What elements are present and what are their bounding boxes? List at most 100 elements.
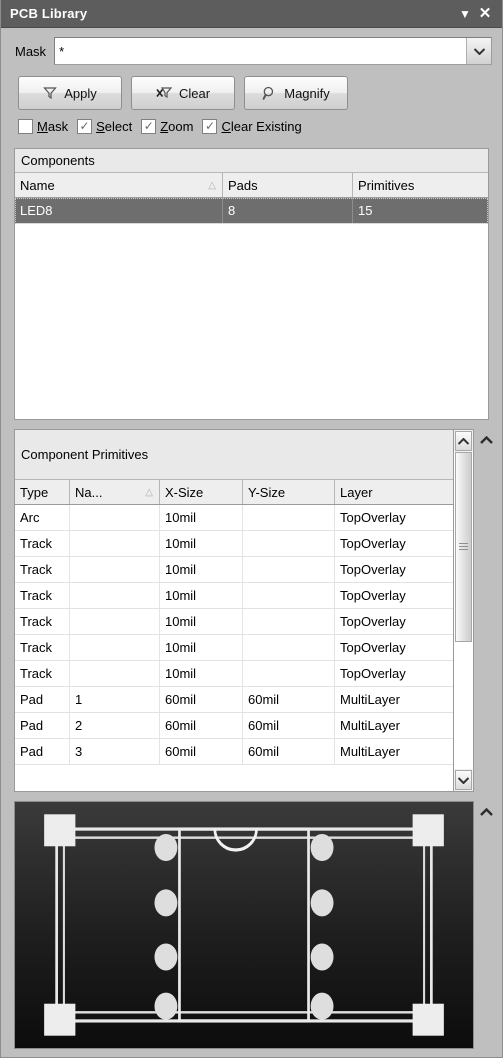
column-header-pads[interactable]: Pads bbox=[223, 173, 353, 197]
cell-type: Pad bbox=[15, 687, 70, 712]
component-footprint-preview[interactable] bbox=[14, 801, 474, 1049]
checkbox-select-accel: S bbox=[96, 119, 105, 134]
cell-x-size: 10mil bbox=[160, 609, 243, 634]
component-primitives-caption: Component Primitives bbox=[15, 430, 453, 480]
apply-button[interactable]: Apply bbox=[18, 76, 122, 110]
column-header-type[interactable]: Type bbox=[15, 480, 70, 504]
cell-layer: MultiLayer bbox=[340, 692, 400, 707]
checkbox-mask-box[interactable] bbox=[18, 119, 33, 134]
component-primitives-region: Component Primitives Type Na... △ X-Size… bbox=[1, 429, 498, 792]
components-grid[interactable]: Components Name △ Pads Primitives LED8 8… bbox=[14, 148, 489, 420]
cell-prim-name bbox=[70, 505, 160, 530]
cell-layer: TopOverlay bbox=[340, 536, 406, 551]
clear-button[interactable]: Clear bbox=[131, 76, 235, 110]
checkbox-zoom-accel: Z bbox=[160, 119, 169, 134]
check-icon: ✓ bbox=[204, 119, 215, 133]
checkbox-zoom-box[interactable]: ✓ bbox=[141, 119, 157, 134]
component-primitives-grid[interactable]: Component Primitives Type Na... △ X-Size… bbox=[14, 429, 454, 792]
checkbox-select-label: elect bbox=[104, 119, 133, 134]
table-row[interactable]: Arc 10mil TopOverlay bbox=[15, 505, 453, 531]
preview-collapse-column bbox=[474, 801, 498, 1049]
table-row[interactable]: Track 10mil TopOverlay bbox=[15, 609, 453, 635]
cell-name: LED8 bbox=[15, 198, 223, 223]
column-header-prim-name[interactable]: Na... △ bbox=[70, 480, 160, 504]
cell-layer: TopOverlay bbox=[340, 640, 406, 655]
panel-menu-caret-icon[interactable]: ▼ bbox=[455, 4, 475, 24]
column-header-primitives[interactable]: Primitives bbox=[353, 173, 488, 197]
cell-x-size: 60mil bbox=[160, 713, 243, 738]
cell-type: Pad bbox=[15, 713, 70, 738]
sort-ascending-icon: △ bbox=[145, 486, 153, 498]
chevron-down-icon[interactable] bbox=[466, 38, 491, 64]
mask-label: Mask bbox=[15, 43, 47, 59]
cell-y-size bbox=[243, 505, 335, 530]
scroll-thumb[interactable] bbox=[455, 452, 472, 643]
close-icon[interactable]: ✕ bbox=[475, 4, 495, 24]
cell-type: Pad bbox=[15, 739, 70, 764]
table-row[interactable]: LED8 8 15 bbox=[15, 198, 488, 224]
chevron-up-icon[interactable] bbox=[479, 433, 493, 792]
cell-y-size: 60mil bbox=[243, 739, 335, 764]
cell-x-size: 10mil bbox=[160, 531, 243, 556]
table-row[interactable]: Track 10mil TopOverlay bbox=[15, 661, 453, 687]
checkbox-clear-existing-box[interactable]: ✓ bbox=[202, 119, 218, 134]
table-row[interactable]: Pad 3 60mil 60mil MultiLayer bbox=[15, 739, 453, 765]
cell-prim-name bbox=[70, 531, 160, 556]
scroll-track[interactable] bbox=[454, 452, 473, 769]
magnify-button[interactable]: Magnify bbox=[244, 76, 348, 110]
cell-type: Track bbox=[15, 557, 70, 582]
primitives-scrollbar[interactable] bbox=[454, 429, 474, 792]
checkbox-select[interactable]: ✓ Select bbox=[77, 119, 132, 134]
checkbox-select-box[interactable]: ✓ bbox=[77, 119, 93, 134]
preview-region bbox=[1, 792, 502, 1057]
table-row[interactable]: Pad 1 60mil 60mil MultiLayer bbox=[15, 687, 453, 713]
cell-x-size: 10mil bbox=[160, 635, 243, 660]
cell-primitives: 15 bbox=[358, 203, 373, 218]
cell-type: Track bbox=[15, 531, 70, 556]
cell-pads: 8 bbox=[223, 198, 353, 223]
primitives-collapse-column bbox=[474, 429, 498, 792]
panel-title: PCB Library bbox=[10, 6, 88, 21]
apply-button-label: Apply bbox=[64, 85, 97, 101]
scroll-down-button[interactable] bbox=[455, 770, 472, 790]
clear-button-label: Clear bbox=[178, 85, 211, 101]
cell-y-size bbox=[243, 557, 335, 582]
mask-field-wrapper[interactable] bbox=[54, 37, 492, 65]
mask-input[interactable] bbox=[55, 38, 466, 64]
checkbox-mask[interactable]: Mask bbox=[18, 119, 68, 134]
cell-prim-name bbox=[70, 557, 160, 582]
cell-type: Track bbox=[15, 583, 70, 608]
cell-x-size: 60mil bbox=[160, 739, 243, 764]
panel-titlebar: PCB Library ▼ ✕ bbox=[1, 0, 502, 28]
column-header-name[interactable]: Name △ bbox=[15, 173, 223, 197]
check-icon: ✓ bbox=[79, 119, 90, 133]
table-row[interactable]: Pad 2 60mil 60mil MultiLayer bbox=[15, 713, 453, 739]
checkbox-clear-existing[interactable]: ✓ Clear Existing bbox=[202, 119, 302, 134]
cell-y-size bbox=[243, 583, 335, 608]
cell-y-size bbox=[243, 531, 335, 556]
magnify-button-label: Magnify bbox=[284, 85, 330, 101]
cell-layer: TopOverlay bbox=[340, 614, 406, 629]
cell-prim-name bbox=[70, 609, 160, 634]
filter-button-row: Apply Clear Magnify bbox=[1, 65, 502, 110]
table-row[interactable]: Track 10mil TopOverlay bbox=[15, 635, 453, 661]
scroll-up-button[interactable] bbox=[455, 431, 472, 451]
cell-x-size: 10mil bbox=[160, 661, 243, 686]
cell-y-size bbox=[243, 661, 335, 686]
primitives-header-row: Type Na... △ X-Size Y-Size Layer bbox=[15, 480, 453, 505]
table-row[interactable]: Track 10mil TopOverlay bbox=[15, 557, 453, 583]
column-header-x-size[interactable]: X-Size bbox=[160, 480, 243, 504]
cell-prim-name bbox=[70, 635, 160, 660]
mask-row: Mask bbox=[1, 28, 502, 65]
column-header-layer[interactable]: Layer bbox=[335, 480, 453, 504]
cell-prim-name bbox=[70, 583, 160, 608]
table-row[interactable]: Track 10mil TopOverlay bbox=[15, 583, 453, 609]
column-header-y-size[interactable]: Y-Size bbox=[243, 480, 335, 504]
checkbox-zoom[interactable]: ✓ Zoom bbox=[141, 119, 193, 134]
chevron-up-icon[interactable] bbox=[479, 805, 493, 1049]
cell-layer: TopOverlay bbox=[340, 510, 406, 525]
table-row[interactable]: Track 10mil TopOverlay bbox=[15, 531, 453, 557]
checkbox-mask-label: ask bbox=[47, 119, 69, 134]
cell-y-size bbox=[243, 635, 335, 660]
